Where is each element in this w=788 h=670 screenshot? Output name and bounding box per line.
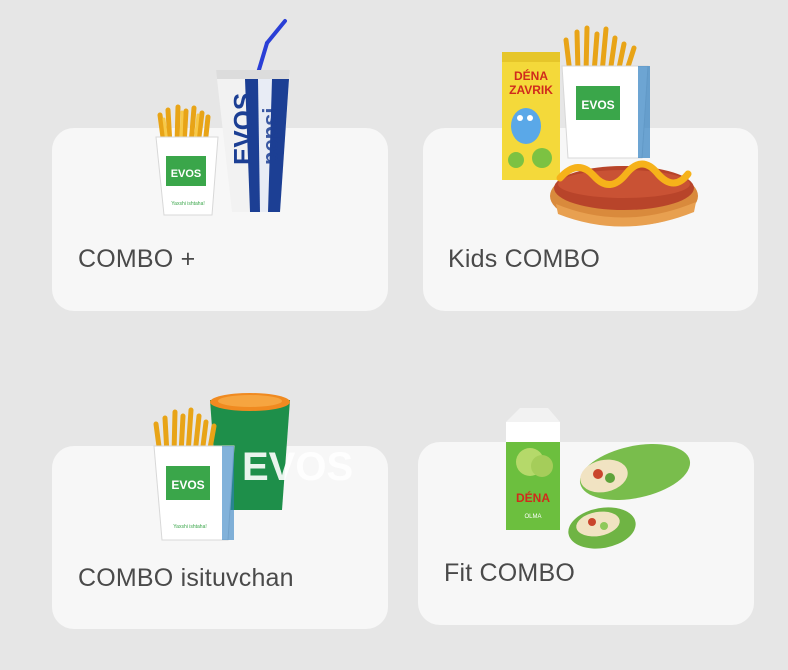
svg-text:EVOS: EVOS [581,98,614,112]
svg-text:EVOS: EVOS [228,93,258,165]
juice-box-icon: DÉNA ZAVRIK [502,52,560,180]
kids-combo-product-image: DÉNA ZAVRIK EVOS [502,25,698,227]
pepsi-cup-icon: EVOS pepsi [216,70,290,212]
svg-text:OLMA: OLMA [524,514,541,520]
combo-card-label: COMBO + [78,245,196,273]
combo-isituvchan-product-image: EVOS EVOS Yaxshi ishtaha! [153,393,353,541]
juice-carton-icon: DÉNA OLMA [506,408,560,530]
svg-text:pepsi: pepsi [258,108,283,165]
svg-text:EVOS: EVOS [171,478,204,492]
svg-text:DÉNA: DÉNA [514,68,548,83]
fit-combo-product-image: DÉNA OLMA [506,408,691,549]
combo-card-label: Kids COMBO [448,245,601,273]
svg-text:DÉNA: DÉNA [516,490,550,505]
combo-plus-product-image: EVOS pepsi EVOS Yaxshi ishtaha! [155,19,290,216]
combo-card-label: Fit COMBO [444,559,575,587]
fries-icon: EVOS Yaxshi ishtaha! [155,104,219,216]
svg-text:Yaxshi ishtaha!: Yaxshi ishtaha! [171,201,205,207]
svg-text:EVOS: EVOS [171,168,202,180]
wrap-icon [568,444,691,549]
hotdog-icon [550,160,698,227]
fries-icon: EVOS [561,25,650,159]
svg-text:ZAVRIK: ZAVRIK [509,83,553,97]
straw-icon [256,19,287,75]
combo-card-label: COMBO isituvchan [78,564,294,592]
svg-text:EVOS: EVOS [242,445,353,489]
svg-text:Yaxshi ishtaha!: Yaxshi ishtaha! [173,524,207,530]
